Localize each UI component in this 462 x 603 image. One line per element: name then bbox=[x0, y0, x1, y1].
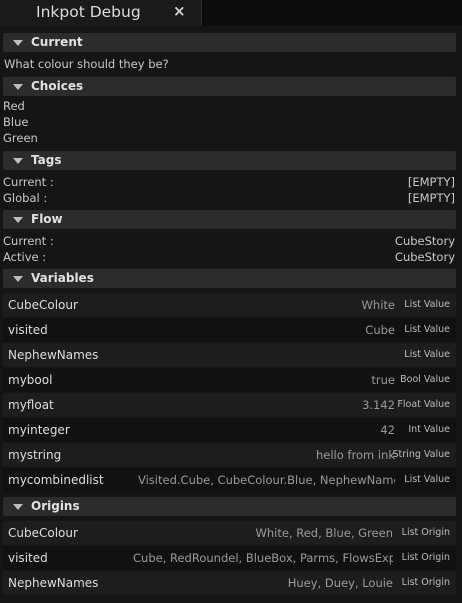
section-header-origins[interactable]: Origins bbox=[3, 497, 456, 516]
section-title: Flow bbox=[31, 212, 63, 226]
tag-row: Current : [EMPTY] bbox=[3, 174, 456, 190]
variable-name: CubeColour bbox=[8, 298, 78, 312]
section-title: Choices bbox=[31, 79, 84, 93]
triangle-down-icon bbox=[13, 217, 23, 223]
variable-value: 42 bbox=[380, 423, 395, 437]
flow-label: Active : bbox=[3, 250, 47, 264]
section-title: Variables bbox=[31, 271, 94, 285]
variable-name: myinteger bbox=[8, 423, 70, 437]
tag-label: Current : bbox=[3, 175, 54, 189]
section-title: Tags bbox=[31, 153, 62, 167]
flow-row: Active : CubeStory bbox=[3, 249, 456, 265]
origin-row[interactable]: visited Cube, RedRoundel, BlueBox, Parms… bbox=[3, 546, 456, 570]
tab-inkpot-debug[interactable]: Inkpot Debug × bbox=[0, 0, 202, 26]
origin-value: White, Red, Blue, Green bbox=[255, 526, 394, 540]
variable-type: Bool Value bbox=[400, 374, 450, 385]
origin-row[interactable]: CubeColour White, Red, Blue, Green List … bbox=[3, 521, 456, 545]
variable-row[interactable]: NephewNames List Value bbox=[3, 343, 456, 367]
current-text: What colour should they be? bbox=[4, 57, 169, 71]
tag-value: [EMPTY] bbox=[407, 191, 455, 205]
close-icon[interactable]: × bbox=[173, 2, 186, 20]
variable-type: List Value bbox=[404, 474, 450, 485]
origin-type: List Origin bbox=[401, 527, 450, 538]
origin-value: Cube, RedRoundel, BlueBox, Parms, FlowsE… bbox=[133, 551, 393, 565]
tab-title: Inkpot Debug bbox=[36, 3, 141, 21]
variable-name: mycombinedlist bbox=[8, 473, 104, 487]
choice-item[interactable]: Red bbox=[3, 98, 456, 114]
choice-item[interactable]: Green bbox=[3, 130, 456, 146]
triangle-down-icon bbox=[13, 84, 23, 90]
origin-type: List Origin bbox=[401, 577, 450, 588]
section-title: Origins bbox=[31, 499, 80, 513]
variable-name: mystring bbox=[8, 448, 62, 462]
variable-value: Cube bbox=[365, 323, 395, 337]
variable-row[interactable]: mycombinedlist Visited.Cube, CubeColour.… bbox=[3, 468, 456, 492]
origin-name: CubeColour bbox=[8, 526, 78, 540]
variable-row[interactable]: myinteger 42 Int Value bbox=[3, 418, 456, 442]
variable-row[interactable]: mybool true Bool Value bbox=[3, 368, 456, 392]
flow-value: CubeStory bbox=[394, 234, 455, 248]
variable-type: String Value bbox=[392, 449, 450, 460]
variable-type: List Value bbox=[404, 349, 450, 360]
variable-row[interactable]: mystring hello from ink String Value bbox=[3, 443, 456, 467]
section-header-variables[interactable]: Variables bbox=[3, 269, 456, 288]
variable-value: White bbox=[361, 298, 395, 312]
variable-name: mybool bbox=[8, 373, 53, 387]
tag-label: Global : bbox=[3, 191, 48, 205]
variable-row[interactable]: visited Cube List Value bbox=[3, 318, 456, 342]
variable-type: List Value bbox=[404, 299, 450, 310]
debug-panel: Current What colour should they be? Choi… bbox=[0, 26, 462, 603]
variable-name: myfloat bbox=[8, 398, 54, 412]
variable-value: true bbox=[371, 373, 395, 387]
origin-name: NephewNames bbox=[8, 576, 99, 590]
section-header-tags[interactable]: Tags bbox=[3, 151, 456, 170]
variable-type: List Value bbox=[404, 324, 450, 335]
origin-value: Huey, Duey, Louie bbox=[287, 576, 393, 590]
variable-row[interactable]: myfloat 3.142 Float Value bbox=[3, 393, 456, 417]
section-header-choices[interactable]: Choices bbox=[3, 77, 456, 96]
triangle-down-icon bbox=[13, 158, 23, 164]
variable-name: NephewNames bbox=[8, 348, 99, 362]
flow-label: Current : bbox=[3, 234, 54, 248]
tag-row: Global : [EMPTY] bbox=[3, 190, 456, 206]
section-header-current[interactable]: Current bbox=[3, 33, 456, 52]
choice-item[interactable]: Blue bbox=[3, 114, 456, 130]
variable-value: Visited.Cube, CubeColour.Blue, NephewNam… bbox=[138, 473, 395, 487]
origin-type: List Origin bbox=[401, 552, 450, 563]
variable-type: Int Value bbox=[408, 424, 450, 435]
tag-value: [EMPTY] bbox=[407, 175, 455, 189]
origin-row[interactable]: NephewNames Huey, Duey, Louie List Origi… bbox=[3, 571, 456, 595]
section-header-flow[interactable]: Flow bbox=[3, 210, 456, 229]
variable-type: Float Value bbox=[397, 399, 450, 410]
tab-bar: Inkpot Debug × bbox=[0, 0, 462, 26]
flow-row: Current : CubeStory bbox=[3, 233, 456, 249]
variable-value: 3.142 bbox=[362, 398, 395, 412]
variable-name: visited bbox=[8, 323, 48, 337]
triangle-down-icon bbox=[13, 276, 23, 282]
flow-value: CubeStory bbox=[394, 250, 455, 264]
section-title: Current bbox=[31, 35, 83, 49]
triangle-down-icon bbox=[13, 40, 23, 46]
origin-name: visited bbox=[8, 551, 48, 565]
triangle-down-icon bbox=[13, 504, 23, 510]
variable-value: hello from ink bbox=[315, 448, 395, 462]
variable-row[interactable]: CubeColour White List Value bbox=[3, 293, 456, 317]
